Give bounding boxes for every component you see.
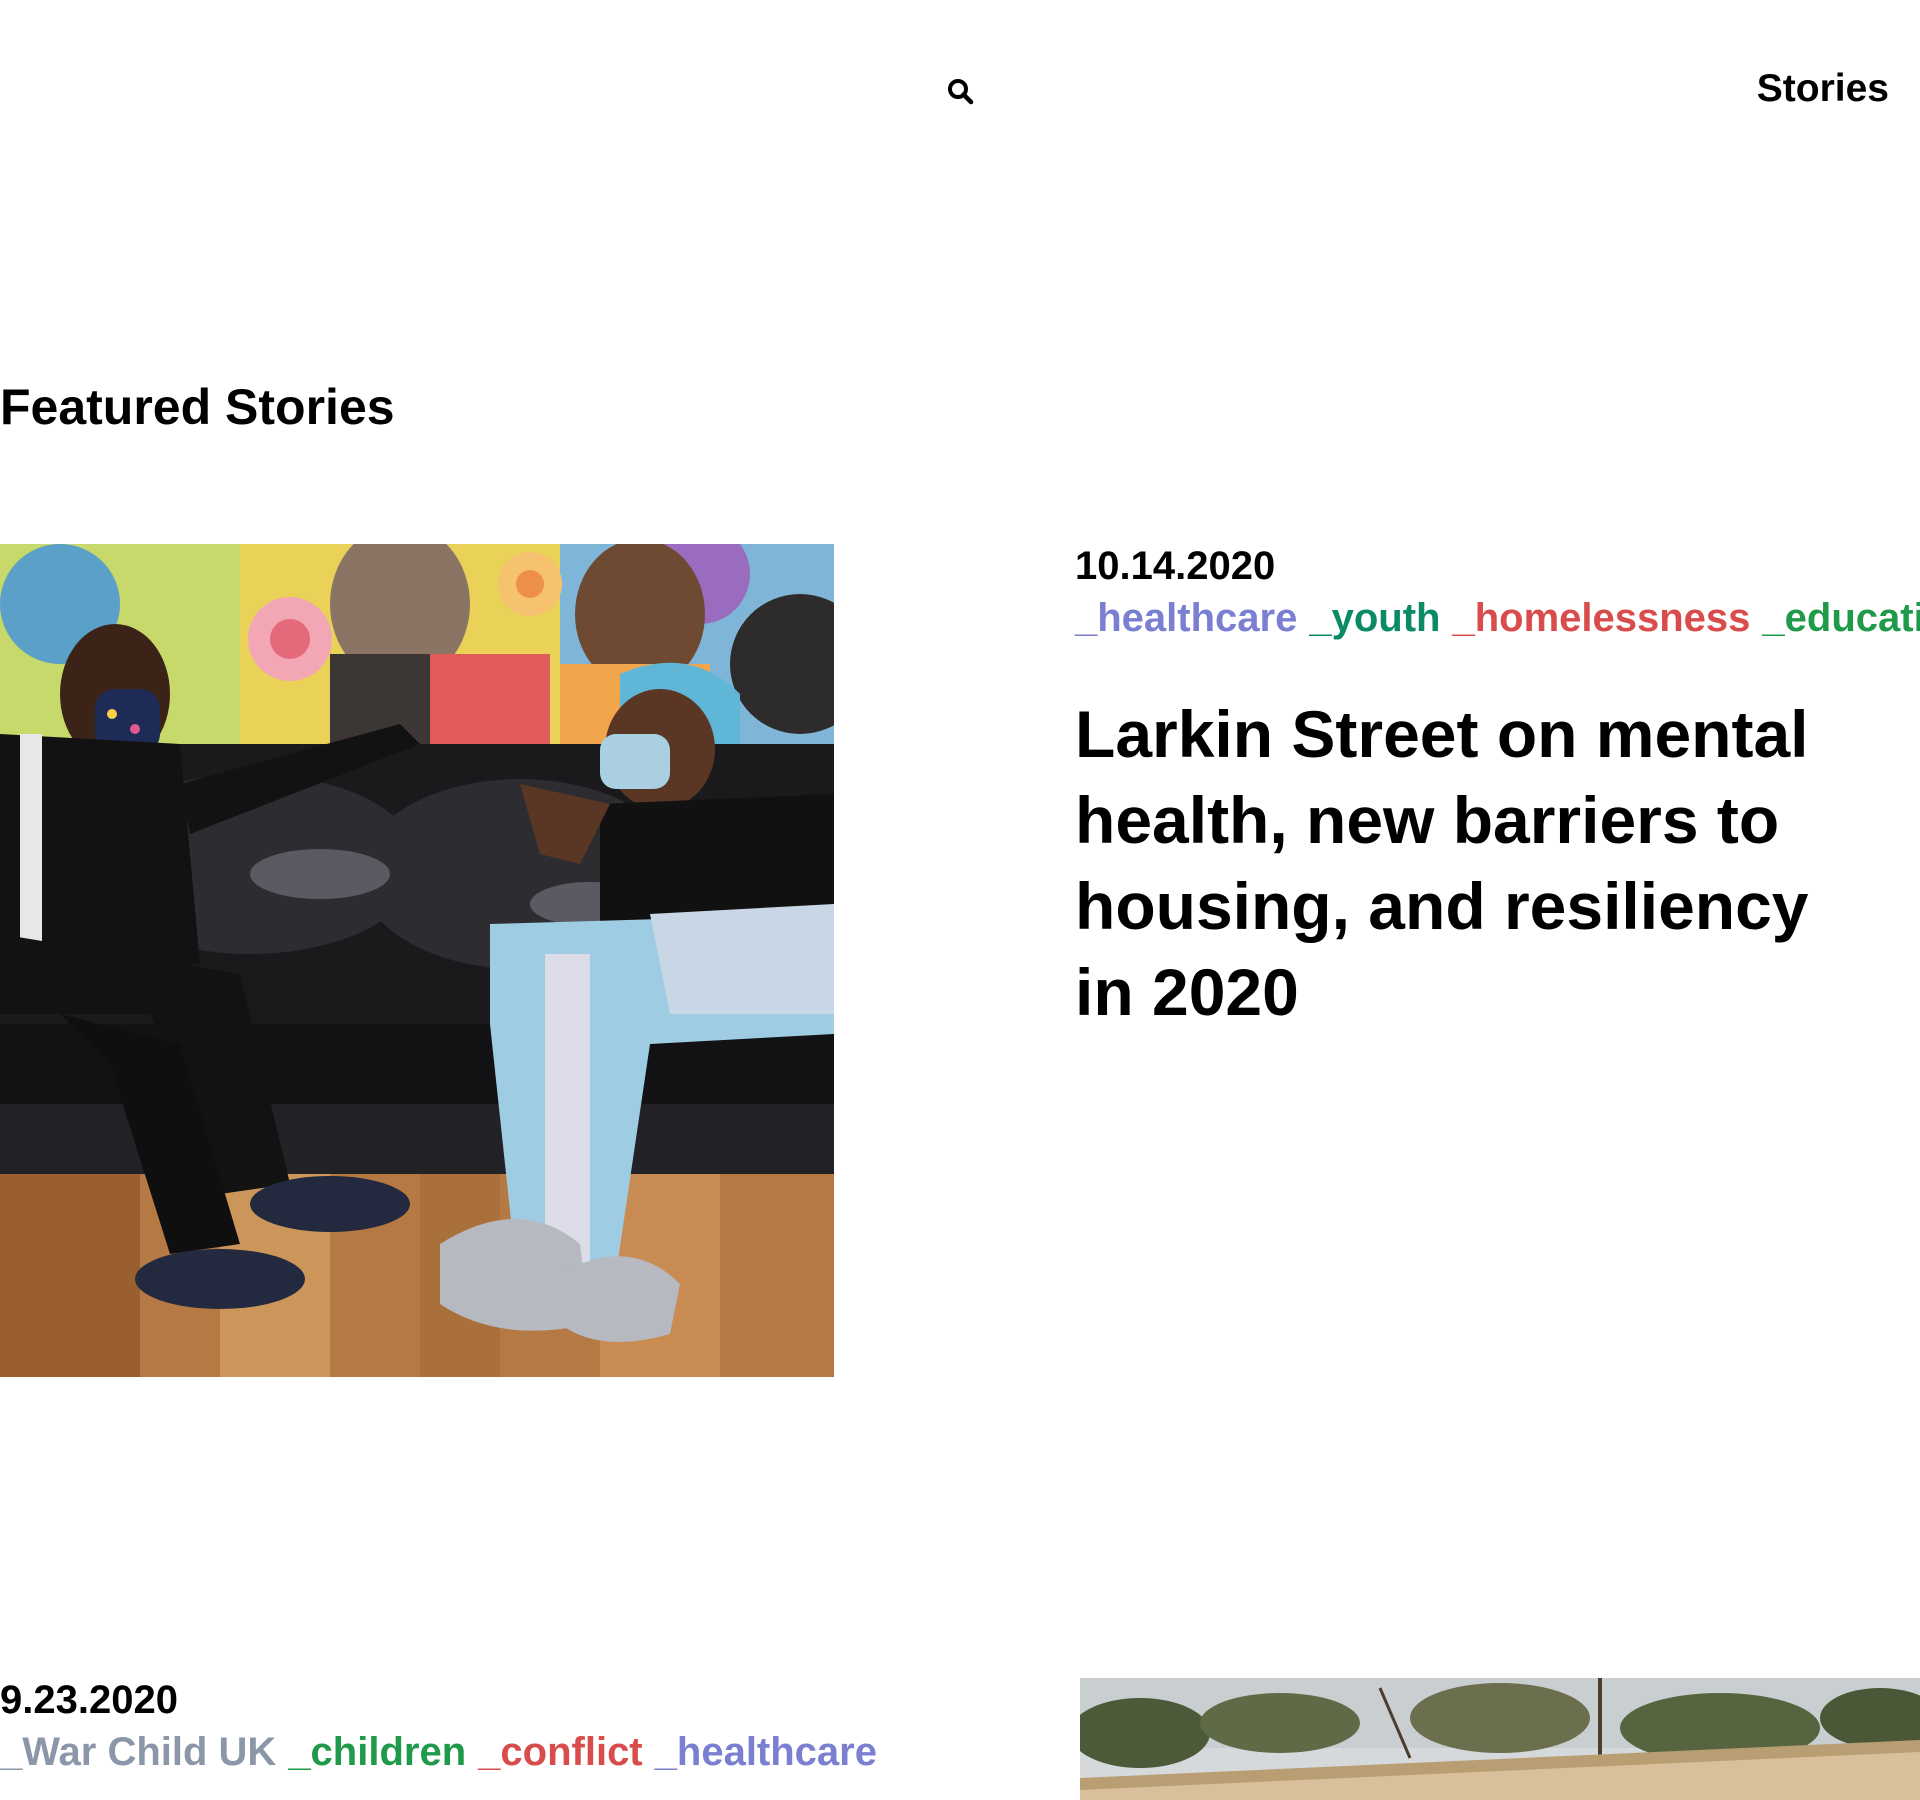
tag-healthcare[interactable]: _healthcare: [1075, 596, 1297, 640]
tag-education[interactable]: _education: [1762, 596, 1920, 640]
story-2-image: [1080, 1678, 1920, 1800]
story-2-tags: _War Child UK _children _conflict _healthca…: [0, 1726, 877, 1778]
tag-children[interactable]: _children: [288, 1730, 466, 1774]
story-1-meta: 10.14.2020 _healthcare _youth _homelessnes…: [1075, 540, 1920, 1035]
tag-war-child-uk[interactable]: _War Child UK: [0, 1730, 276, 1774]
story-1-title[interactable]: Larkin Street on mental health, new barr…: [1075, 691, 1885, 1035]
site-header: Stories: [0, 0, 1920, 180]
story-1-image: [0, 544, 834, 1377]
tag-conflict[interactable]: _conflict: [478, 1730, 642, 1774]
tag-youth[interactable]: _youth: [1309, 596, 1440, 640]
tag-homelessness[interactable]: _homelessness: [1452, 596, 1750, 640]
story-2-photo[interactable]: [1080, 1678, 1920, 1800]
story-2-meta: 9.23.2020 _War Child UK _children _conflic…: [0, 1674, 877, 1778]
tag-healthcare[interactable]: _healthcare: [655, 1730, 877, 1774]
featured-stories-heading: Featured Stories: [0, 379, 395, 435]
story-1-photo[interactable]: [0, 544, 834, 1377]
story-1-date: 10.14.2020: [1075, 544, 1276, 588]
story-2-date: 9.23.2020: [0, 1678, 178, 1722]
story-1-tags: _healthcare _youth _homelessness _education: [1075, 592, 1920, 644]
nav-stories-link[interactable]: Stories: [1757, 66, 1889, 112]
search-icon[interactable]: [945, 76, 975, 106]
